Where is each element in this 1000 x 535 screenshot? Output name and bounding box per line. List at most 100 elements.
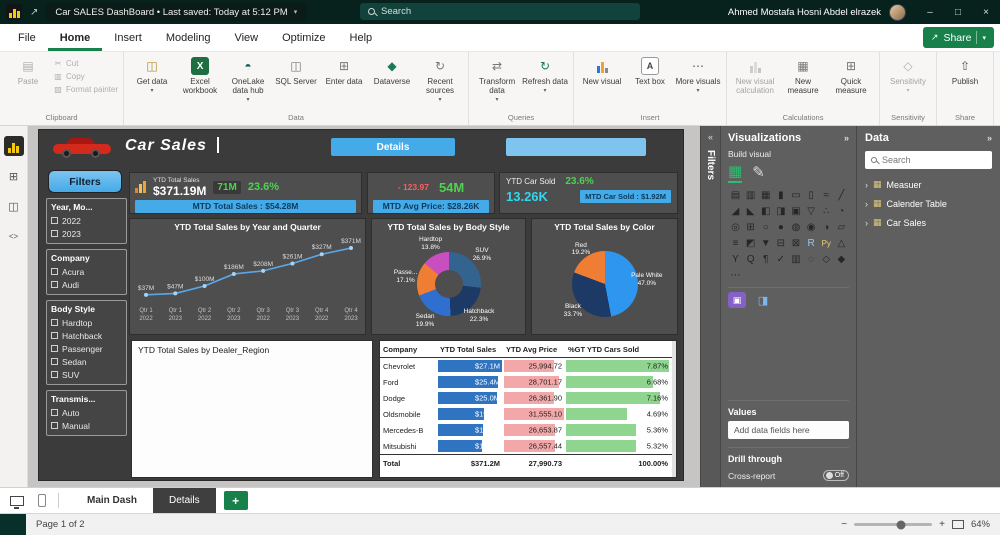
line-clustered-column-chart-icon[interactable]: ◨ [773, 204, 788, 218]
export-icon[interactable]: ↗ [30, 7, 38, 18]
close-button[interactable]: × [972, 0, 1000, 24]
zoom-in-button[interactable]: + [939, 519, 945, 530]
user-avatar[interactable] [889, 3, 906, 21]
page-tab-main-dash[interactable]: Main Dash [71, 488, 154, 513]
waterfall-chart-icon[interactable]: ▣ [789, 204, 804, 218]
table-icon[interactable]: ⊟ [773, 236, 788, 250]
filled-map-icon[interactable]: ● [773, 220, 788, 234]
more-visuals-button[interactable]: ⋯ More visuals ▾ [675, 55, 721, 94]
page-tab-details[interactable]: Details [153, 488, 216, 513]
filter-option-passenger[interactable]: Passenger [51, 342, 122, 355]
filters-button[interactable]: Filters [48, 170, 122, 193]
100-stacked-column-chart-icon[interactable]: ▯ [804, 188, 819, 202]
filter-option-2022[interactable]: 2022 [51, 214, 122, 227]
table-visual[interactable]: Company YTD Total Sales YTD Avg Price %GT Y… [379, 340, 677, 478]
enter-data-button[interactable]: ⊞ Enter data [321, 55, 367, 86]
filter-option-sedan[interactable]: Sedan [51, 355, 122, 368]
menu-home[interactable]: Home [47, 24, 103, 51]
python-visual-icon[interactable]: Py [819, 236, 834, 250]
power-automate-icon[interactable]: ◆ [834, 252, 849, 266]
funnel-chart-icon[interactable]: ▽ [804, 204, 819, 218]
chevron-right-icon[interactable]: › [865, 180, 868, 190]
titlebar-search[interactable]: Search [360, 3, 640, 20]
recent-sources-button[interactable]: ↻ Recent sources ▾ [417, 55, 463, 103]
filter-option-auto[interactable]: Auto [51, 406, 122, 419]
get-data-button[interactable]: ◫ Get data ▾ [129, 55, 175, 94]
expand-pane-icon[interactable]: « [708, 132, 713, 142]
values-field-well[interactable]: Add data fields here [728, 421, 849, 439]
arcgis-map-icon[interactable]: ◌ [804, 252, 819, 266]
100-stacked-bar-chart-icon[interactable]: ▭ [789, 188, 804, 202]
filter-option-manual[interactable]: Manual [51, 419, 122, 432]
model-view-button[interactable]: ◫ [4, 196, 24, 216]
decomposition-tree-icon[interactable]: Y [728, 252, 743, 266]
transform-data-button[interactable]: ⇄ Transform data ▾ [474, 55, 520, 103]
data-field-measuer[interactable]: › ▦ Measuer [865, 179, 992, 190]
chevron-right-icon[interactable]: › [865, 218, 868, 228]
azure-map-icon[interactable]: ◉ [804, 220, 819, 234]
data-search-input[interactable]: Search [865, 151, 992, 169]
onelake-data-hub-button[interactable]: ◓ OneLake data hub ▾ [225, 55, 271, 103]
document-title[interactable]: Car SALES DashBoard • Last saved: Today … [46, 3, 307, 21]
matrix-icon[interactable]: ⊠ [789, 236, 804, 250]
col-header-gt-ytd-cars-sold[interactable]: %GT YTD Cars Sold [565, 345, 671, 354]
scatter-chart-icon[interactable]: ∴ [819, 204, 834, 218]
more-visuals-options-icon[interactable]: ⋯ [728, 268, 743, 282]
collapse-pane-icon[interactable]: » [844, 133, 849, 143]
key-influencers-icon[interactable]: △ [834, 236, 849, 250]
desktop-view-icon[interactable] [10, 495, 24, 509]
smart-narrative-icon[interactable]: ¶ [758, 252, 773, 266]
cross-report-toggle[interactable]: Off [822, 470, 849, 481]
fit-to-page-icon[interactable] [951, 520, 964, 529]
stacked-area-chart-icon[interactable]: ◣ [743, 204, 758, 218]
card-icon[interactable]: ▱ [834, 220, 849, 234]
pie-chart-card[interactable]: YTD Total Sales by Color Pale White 47.0%… [531, 218, 678, 335]
format-visual-tab[interactable]: ✎ [752, 163, 765, 182]
share-button[interactable]: ↗ Share ▾ [922, 27, 994, 48]
map-visual-card[interactable]: YTD Total Sales by Dealer_Region [131, 340, 373, 478]
kpi-card-ytd-total-sales[interactable]: YTD Total Sales $371.19M 71M 23.6% MTD T… [129, 172, 362, 214]
zoom-slider[interactable] [854, 520, 933, 529]
slicer-icon[interactable]: ▼ [758, 236, 773, 250]
filter-option-hatchback[interactable]: Hatchback [51, 329, 122, 342]
sql-server-button[interactable]: ◫ SQL Server [273, 55, 319, 86]
new-visual-button[interactable]: New visual [579, 55, 625, 86]
refresh-data-button[interactable]: ↻ Refresh data ▾ [522, 55, 568, 94]
details-nav-button[interactable]: Details [331, 138, 455, 156]
kpi-card-cars-sold[interactable]: YTD Car Sold 23.6% 13.26K MTD Car Sold :… [499, 172, 678, 214]
treemap-icon[interactable]: ⊞ [743, 220, 758, 234]
quick-measure-button[interactable]: ⊞ Quick measure [828, 55, 874, 95]
zoom-slider-knob[interactable] [896, 520, 906, 529]
dashboard-title[interactable]: Car Sales [125, 137, 207, 155]
paginated-report-icon[interactable]: ▥ [789, 252, 804, 266]
shape-map-icon[interactable]: ◍ [789, 220, 804, 234]
mobile-view-icon[interactable] [38, 494, 46, 507]
excel-workbook-button[interactable]: X Excel workbook [177, 55, 223, 95]
get-more-visuals-icon[interactable]: ◨ [754, 292, 772, 308]
gauge-icon[interactable]: ◑ [819, 220, 834, 234]
ribbon-chart-icon[interactable]: ≈ [819, 188, 834, 202]
area-chart-icon[interactable]: ◢ [728, 204, 743, 218]
donut-chart-card[interactable]: YTD Total Sales by Body Style SUV 26.9% Ha… [371, 218, 526, 335]
metrics-icon[interactable]: ✓ [773, 252, 788, 266]
kpi-icon[interactable]: ◩ [743, 236, 758, 250]
dax-query-view-button[interactable]: <> [4, 226, 24, 246]
filter-option-2023[interactable]: 2023 [51, 227, 122, 240]
menu-view[interactable]: View [222, 24, 270, 51]
chevron-right-icon[interactable]: › [865, 199, 868, 209]
stacked-column-chart-icon[interactable]: ▥ [743, 188, 758, 202]
stacked-bar-chart-icon[interactable]: ▤ [728, 188, 743, 202]
table-view-button[interactable]: ⊞ [4, 166, 24, 186]
pie-chart-icon[interactable]: ◔ [834, 204, 849, 218]
new-measure-button[interactable]: ▦ New measure [780, 55, 826, 95]
r-script-visual-icon[interactable]: R [804, 236, 819, 250]
menu-insert[interactable]: Insert [102, 24, 154, 51]
power-apps-icon[interactable]: ◇ [819, 252, 834, 266]
custom-visual-icon[interactable]: ▣ [728, 292, 746, 308]
filter-option-audi[interactable]: Audi [51, 278, 122, 291]
qa-visual-icon[interactable]: Q [743, 252, 758, 266]
col-header-ytd-avg-price[interactable]: YTD Avg Price [503, 345, 565, 354]
new-page-button[interactable]: + [223, 491, 248, 510]
filter-option-acura[interactable]: Acura [51, 265, 122, 278]
filters-pane-collapsed[interactable]: « Filters [700, 126, 720, 487]
